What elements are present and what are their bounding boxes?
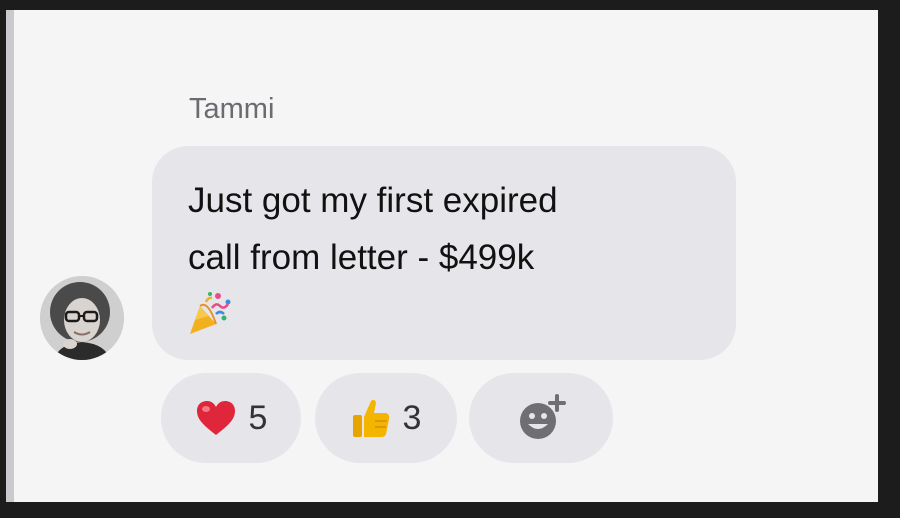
panel-border <box>6 10 14 502</box>
reaction-heart-count: 5 <box>248 398 268 437</box>
sender-name[interactable]: Tammi <box>189 93 274 126</box>
heart-icon <box>196 401 235 435</box>
message-text: Just got my first expired call from lett… <box>188 181 558 277</box>
reaction-thumbs-up-button[interactable]: 3 <box>315 373 457 463</box>
thumbs-up-icon <box>352 399 389 437</box>
reaction-thumbs-up-count: 3 <box>402 398 422 437</box>
reaction-heart-button[interactable]: 5 <box>161 373 301 463</box>
message-bubble[interactable]: Just got my first expired call from lett… <box>152 146 736 360</box>
add-reaction-button[interactable] <box>469 373 613 463</box>
party-popper-icon <box>190 292 231 334</box>
chat-panel: Tammi Just got my first expired call fro… <box>6 10 878 502</box>
avatar-photo-icon <box>40 276 124 360</box>
user-avatar[interactable] <box>40 276 124 360</box>
add-reaction-icon <box>520 394 566 439</box>
